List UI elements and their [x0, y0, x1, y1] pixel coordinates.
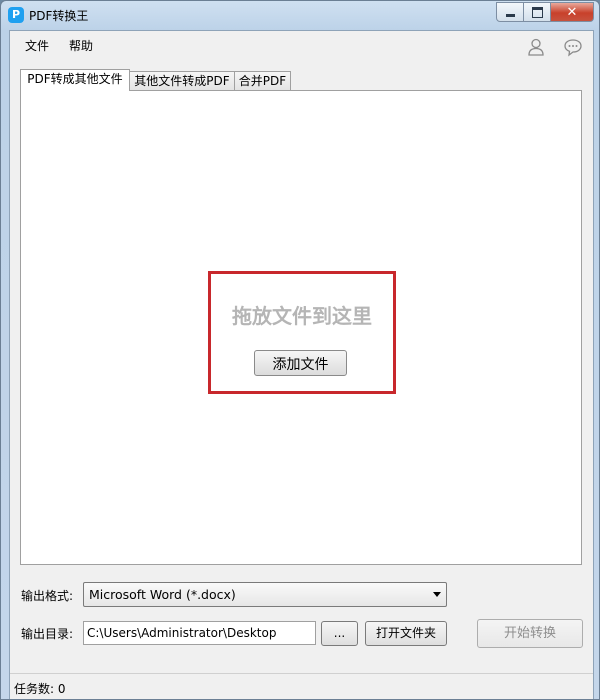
window-title: PDF转换王 — [29, 9, 89, 23]
minimize-icon — [505, 13, 515, 17]
start-convert-button[interactable]: 开始转换 — [477, 619, 583, 648]
window-controls: ✕ — [496, 2, 594, 22]
menu-file[interactable]: 文件 — [25, 37, 49, 54]
app-logo-icon: P — [8, 7, 24, 23]
menu-help[interactable]: 帮助 — [69, 37, 93, 54]
dropdown-arrow-icon — [433, 592, 441, 597]
title-bar[interactable]: P PDF转换王 ✕ — [1, 1, 599, 29]
tab-other-to-pdf[interactable]: 其他文件转成PDF — [129, 71, 235, 90]
browse-button[interactable]: ... — [321, 621, 358, 646]
minimize-button[interactable] — [496, 2, 524, 22]
client-area: 文件 帮助 PDF转成其他文件 其他文件转成PDF 合并PDF 拖放文件到这里 … — [9, 30, 594, 699]
maximize-button[interactable] — [524, 2, 551, 22]
output-dir-label: 输出目录: — [21, 627, 74, 641]
app-window: P PDF转换王 ✕ 文件 帮助 PDF转成其他文件 其他文件转成PDF 合并P… — [0, 0, 600, 700]
close-icon: ✕ — [566, 4, 578, 20]
maximize-icon — [531, 6, 543, 18]
add-file-button[interactable]: 添加文件 — [254, 350, 347, 376]
output-format-select[interactable]: Microsoft Word (*.docx) — [83, 582, 447, 607]
task-count: 任务数: 0 — [14, 682, 66, 696]
output-dir-input[interactable]: C:\Users\Administrator\Desktop — [83, 621, 316, 645]
message-icon[interactable] — [563, 37, 583, 57]
close-button[interactable]: ✕ — [551, 2, 594, 22]
output-format-label: 输出格式: — [21, 589, 74, 603]
open-folder-button[interactable]: 打开文件夹 — [365, 621, 447, 646]
output-format-value: Microsoft Word (*.docx) — [89, 587, 236, 602]
file-drop-panel[interactable]: 拖放文件到这里 添加文件 — [20, 90, 582, 565]
drop-zone-highlight: 拖放文件到这里 添加文件 — [208, 271, 396, 394]
tab-pdf-to-other[interactable]: PDF转成其他文件 — [20, 69, 130, 91]
drop-hint: 拖放文件到这里 — [232, 304, 372, 328]
tab-merge-pdf[interactable]: 合并PDF — [234, 71, 291, 90]
status-bar: 任务数: 0 — [10, 673, 593, 699]
menu-bar: 文件 帮助 — [10, 31, 593, 57]
user-icon[interactable] — [526, 37, 546, 57]
